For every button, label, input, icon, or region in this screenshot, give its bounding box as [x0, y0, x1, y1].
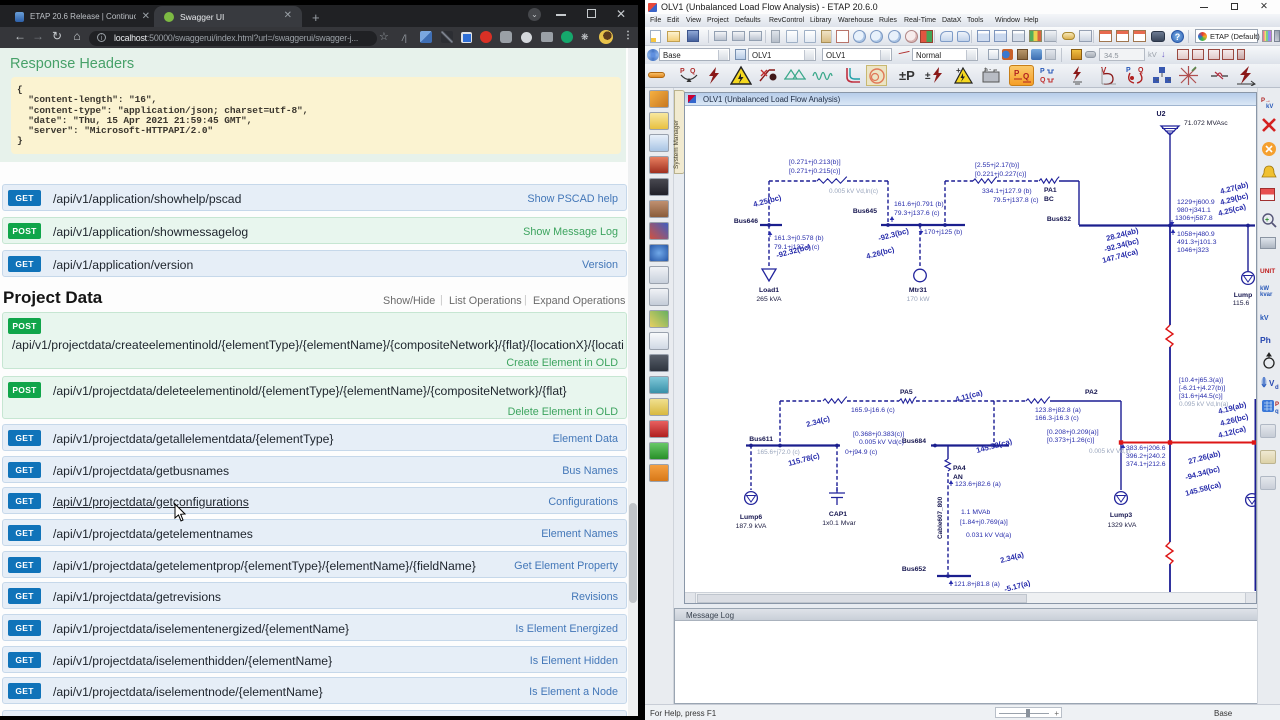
svg-text:123.8+j82.8 (a): 123.8+j82.8 (a): [1035, 407, 1081, 414]
svg-text:0.005 kV Vd,ln: 0.005 kV Vd,ln: [1089, 448, 1131, 455]
svg-text:161.3+j0.578 (b): 161.3+j0.578 (b): [774, 235, 824, 242]
svg-text:d: d: [1275, 385, 1279, 391]
svg-text:1046+j323: 1046+j323: [1177, 247, 1209, 254]
svg-text:[0.271+j0.215(c)]: [0.271+j0.215(c)]: [789, 168, 840, 175]
svg-text:PA1: PA1: [1044, 187, 1057, 194]
svg-text:Q: Q: [1138, 67, 1144, 74]
svg-text:161.6+j0.791 (b): 161.6+j0.791 (b): [894, 201, 944, 208]
svg-text:P: P: [1275, 402, 1279, 408]
svg-text:CAP1: CAP1: [829, 511, 847, 518]
svg-text:27.26(ab): 27.26(ab): [1187, 449, 1222, 466]
svg-text:[1.84+j0.769(a)]: [1.84+j0.769(a)]: [960, 519, 1008, 526]
svg-text:334.1+j127.9 (b): 334.1+j127.9 (b): [982, 188, 1032, 195]
svg-text:71.072 MVAsc: 71.072 MVAsc: [1184, 120, 1228, 127]
svg-text:[0.368+j0.383(c)]: [0.368+j0.383(c)]: [853, 431, 904, 438]
svg-text:+ -: + -: [984, 67, 991, 73]
svg-text:0.005 kV Vd(c): 0.005 kV Vd(c): [859, 439, 904, 446]
svg-text:166.3-j16.3 (c): 166.3-j16.3 (c): [1035, 415, 1079, 422]
svg-text:165.6+j72.0 (c): 165.6+j72.0 (c): [757, 449, 800, 456]
svg-text:[10.4+j65.3(a)]: [10.4+j65.3(a)]: [1179, 377, 1223, 384]
svg-text:2.34(c): 2.34(c): [805, 414, 831, 429]
svg-text:-5.17(a): -5.17(a): [1003, 578, 1031, 592]
svg-text:U2: U2: [1157, 111, 1166, 118]
svg-text:Lump3: Lump3: [1110, 512, 1132, 519]
svg-text:kV: kV: [1266, 104, 1273, 109]
svg-text:Bus645: Bus645: [853, 208, 877, 215]
svg-text:1058+j480.9: 1058+j480.9: [1177, 231, 1215, 238]
svg-text:Q: Q: [690, 68, 696, 75]
svg-text:[31.6+j44.5(c)]: [31.6+j44.5(c)]: [1179, 393, 1223, 400]
svg-text:±P: ±P: [899, 68, 915, 83]
svg-text:123.6+j82.6 (a): 123.6+j82.6 (a): [955, 481, 1001, 488]
svg-text:Lump: Lump: [1234, 292, 1253, 299]
svg-text:0.031 kV Vd(a): 0.031 kV Vd(a): [966, 532, 1011, 539]
svg-text:Bus646: Bus646: [734, 218, 758, 225]
svg-text:383.6+j206.6: 383.6+j206.6: [1126, 445, 1166, 452]
svg-text:491.3+j101.3: 491.3+j101.3: [1177, 239, 1217, 246]
svg-text:396.2+j240.2: 396.2+j240.2: [1126, 453, 1166, 460]
svg-text:PA2: PA2: [1085, 389, 1098, 396]
svg-text:P: P: [680, 68, 685, 75]
svg-text:170+j125 (b): 170+j125 (b): [924, 229, 962, 236]
svg-text:[0.373+j1.26(c)]: [0.373+j1.26(c)]: [1047, 437, 1095, 444]
svg-text:Cable607_800: Cable607_800: [937, 496, 944, 539]
svg-text:+: +: [1265, 217, 1269, 224]
svg-text:Bus684: Bus684: [902, 438, 926, 445]
svg-text:Bus611: Bus611: [749, 436, 773, 443]
svg-text:0+j94.9 (c): 0+j94.9 (c): [845, 449, 877, 456]
svg-text:[2.55+j2.17(b)]: [2.55+j2.17(b)]: [975, 162, 1019, 169]
svg-text:AN: AN: [953, 474, 963, 481]
svg-text:4.25(bc): 4.25(bc): [752, 193, 783, 209]
svg-text:Load1: Load1: [759, 287, 779, 294]
svg-text:121.8+j81.8 (a): 121.8+j81.8 (a): [954, 581, 1000, 588]
svg-text:187.9 kVA: 187.9 kVA: [736, 523, 767, 530]
svg-text:1.1 MVAb: 1.1 MVAb: [961, 509, 991, 516]
svg-text:4.26(bc): 4.26(bc): [865, 245, 896, 261]
svg-text:79.5+j137.8 (c): 79.5+j137.8 (c): [993, 197, 1039, 204]
svg-text:0.005 kV Vd,ln(c): 0.005 kV Vd,ln(c): [829, 188, 878, 195]
svg-text:P: P: [1040, 68, 1045, 75]
svg-text:[0.271+j0.213(b)]: [0.271+j0.213(b)]: [789, 159, 841, 166]
svg-text:Bus632: Bus632: [1047, 216, 1071, 223]
svg-text:P: P: [1126, 67, 1131, 74]
svg-text:Q: Q: [1023, 72, 1029, 81]
svg-text:+: +: [956, 66, 961, 75]
svg-text:Bus652: Bus652: [902, 566, 926, 573]
svg-text:980+j341.1: 980+j341.1: [1177, 207, 1211, 214]
svg-text:170 kW: 170 kW: [906, 296, 930, 303]
svg-text:PA4: PA4: [953, 465, 966, 472]
svg-text:-92.3(bc): -92.3(bc): [877, 226, 910, 243]
svg-text:79.3+j137.6 (c): 79.3+j137.6 (c): [894, 210, 940, 217]
svg-text:±: ±: [925, 71, 931, 82]
svg-text:[0.221+j0.227(c)]: [0.221+j0.227(c)]: [975, 171, 1026, 178]
svg-text:[-6.21+j4.27(b)]: [-6.21+j4.27(b)]: [1179, 385, 1225, 392]
svg-text:374.1+j212.6: 374.1+j212.6: [1126, 461, 1166, 468]
svg-text:1x0.1 Mvar: 1x0.1 Mvar: [822, 520, 856, 527]
svg-text:1329 kVA: 1329 kVA: [1108, 522, 1137, 529]
svg-text:PA5: PA5: [900, 389, 913, 396]
svg-text:[0.208+j0.209(a)]: [0.208+j0.209(a)]: [1047, 429, 1099, 436]
svg-text:2.34(a): 2.34(a): [999, 550, 1025, 565]
svg-text:1306+j587.8: 1306+j587.8: [1175, 215, 1213, 222]
svg-text:Q: Q: [1040, 77, 1046, 84]
svg-text:BC: BC: [1044, 196, 1054, 203]
svg-text:1229+j600.9: 1229+j600.9: [1177, 199, 1215, 206]
svg-text:265 kVA: 265 kVA: [756, 296, 782, 303]
svg-text:-94.34(bc): -94.34(bc): [1184, 464, 1221, 482]
svg-text:165.9-j16.6 (c): 165.9-j16.6 (c): [851, 407, 895, 414]
svg-text:q: q: [1275, 409, 1279, 414]
svg-text:115.6: 115.6: [1233, 300, 1250, 307]
svg-text:P: P: [1014, 69, 1020, 78]
svg-text:Mtr31: Mtr31: [909, 287, 927, 294]
svg-text:Lump6: Lump6: [740, 514, 762, 521]
svg-text:145.58(ca): 145.58(ca): [1184, 480, 1222, 498]
